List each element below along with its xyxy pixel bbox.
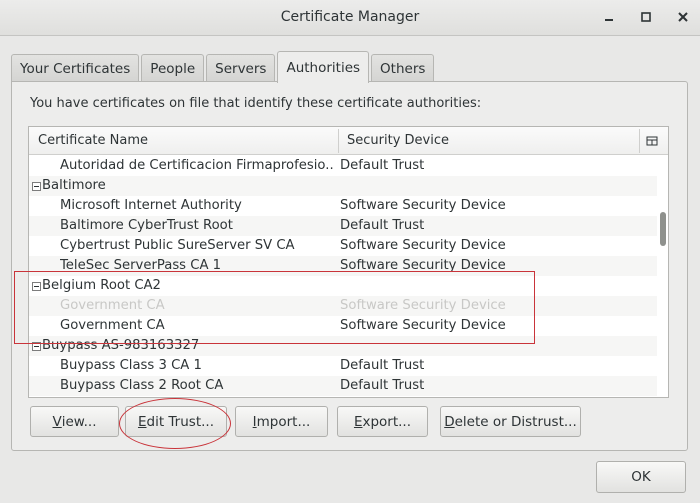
tab-people[interactable]: People (141, 54, 205, 82)
tab-authorities[interactable]: Authorities (277, 51, 370, 83)
column-header-name[interactable]: Certificate Name (29, 127, 339, 155)
intro-text: You have certificates on file that ident… (30, 96, 482, 111)
tree-group-row[interactable]: Buypass AS-983163327 (29, 336, 657, 356)
delete-or-distrust-button[interactable]: Delete or Distrust... (440, 406, 581, 437)
tree-row[interactable]: Buypass Class 2 Root CA Default Trust (29, 376, 657, 396)
collapse-icon[interactable] (32, 342, 41, 351)
tree-row[interactable]: Autoridad de Certificacion Firmaprofesio… (29, 156, 657, 176)
tree-row[interactable]: Buypass Class 3 CA 1 Default Trust (29, 356, 657, 376)
tab-bar: Your Certificates People Servers Authori… (11, 50, 436, 83)
window-title: Certificate Manager (280, 9, 420, 25)
column-header-device[interactable]: Security Device (338, 127, 638, 155)
edit-trust-button[interactable]: Edit Trust... (125, 406, 227, 437)
tree-group-row[interactable]: Belgium Root CA2 (29, 276, 657, 296)
tree-row[interactable]: Baltimore CyberTrust Root Default Trust (29, 216, 657, 236)
import-button[interactable]: Import... (235, 406, 328, 437)
tree-row[interactable]: Government CA Software Security Device (29, 296, 657, 316)
collapse-icon[interactable] (32, 182, 41, 191)
tab-others[interactable]: Others (371, 54, 435, 82)
table-header: Certificate Name Security Device (29, 127, 668, 155)
vertical-scrollbar[interactable] (657, 156, 668, 397)
ok-button[interactable]: OK (596, 461, 686, 493)
tab-servers[interactable]: Servers (206, 54, 276, 82)
minimize-icon[interactable] (602, 10, 616, 24)
close-icon[interactable] (676, 10, 690, 24)
collapse-icon[interactable] (32, 282, 41, 291)
tree-row[interactable]: Microsoft Internet Authority Software Se… (29, 196, 657, 216)
tree-row[interactable]: Government CA Software Security Device (29, 316, 657, 336)
scrollbar-thumb[interactable] (660, 212, 666, 246)
tree-row[interactable]: TeleSec ServerPass CA 1 Software Securit… (29, 256, 657, 276)
view-button[interactable]: View... (30, 406, 119, 437)
tree-row[interactable]: Cybertrust Public SureServer SV CA Softw… (29, 236, 657, 256)
certificate-tree[interactable]: Certificate Name Security Device Autorid… (28, 126, 669, 398)
maximize-icon[interactable] (639, 10, 653, 24)
tree-group-row[interactable]: Baltimore (29, 176, 657, 196)
column-picker-icon[interactable] (646, 135, 658, 151)
export-button[interactable]: Export... (337, 406, 428, 437)
tab-your-certificates[interactable]: Your Certificates (11, 54, 140, 82)
tree-rows: Autoridad de Certificacion Firmaprofesio… (29, 156, 657, 396)
title-bar: Certificate Manager (0, 0, 700, 36)
